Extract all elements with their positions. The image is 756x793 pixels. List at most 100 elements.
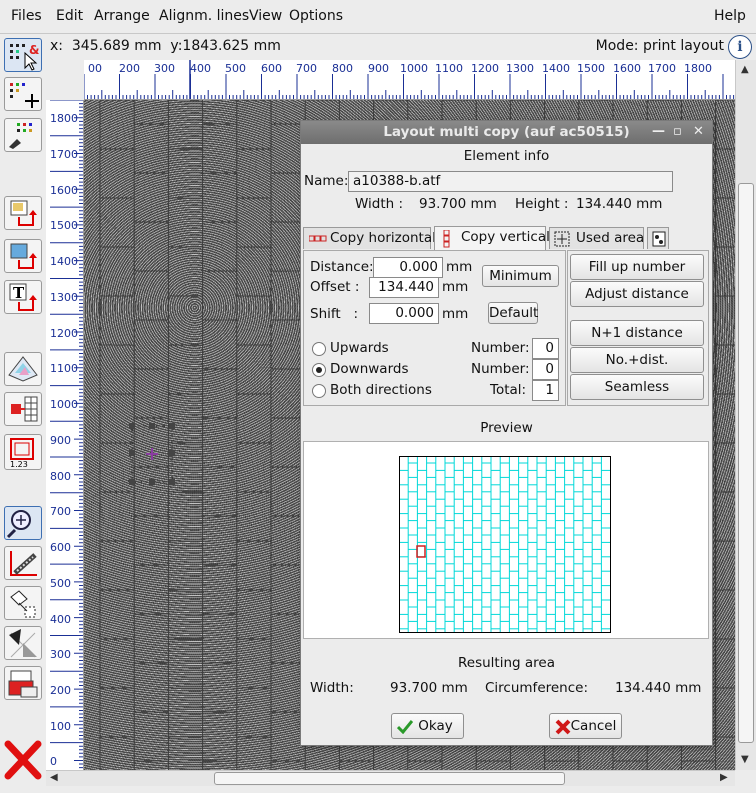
both-directions-label: Both directions [330,382,432,398]
cancel-button[interactable]: Cancel [549,713,622,739]
color-tool-icon[interactable] [4,352,42,386]
ruler-top-label: 700 [296,62,317,75]
distance-label: Distance: [310,259,374,275]
multi-copy-icon[interactable] [4,392,42,426]
okay-button[interactable]: Okay [391,713,464,739]
copy-vertical-icon [443,230,450,248]
ruler-top-label: 300 [154,62,175,75]
ruler-left-label: 1000 [50,398,78,411]
tab-label: Copy horizontal [330,230,436,246]
text-tool-icon[interactable]: T [4,280,42,314]
svg-text:1.23: 1.23 [10,460,28,469]
height-label: Height : [515,196,569,212]
info-icon[interactable]: i [728,35,752,59]
ruler-left-label: 1500 [50,219,78,232]
number-plus-distance-button[interactable]: No.+dist. [570,347,704,373]
select-tool-icon[interactable]: & [4,38,42,72]
tab-copy-vertical[interactable]: Copy vertical [434,226,550,250]
maximize-icon[interactable]: ▫ [673,124,682,139]
vertical-scrollbar[interactable]: ▲ ▼ [735,60,756,770]
mode-label: Mode: print layout [595,38,724,54]
vertical-scroll-thumb[interactable] [738,183,754,743]
ruler-left-label: 1200 [50,327,78,340]
distance-input[interactable]: 0.000 [373,257,443,278]
scroll-left-icon[interactable]: ◀ [50,772,58,783]
circumference-value: 134.440 mm [615,680,702,696]
tab-settings[interactable] [647,227,669,249]
seamless-button[interactable]: Seamless [570,374,704,400]
ruler-left-label: 400 [50,613,71,626]
number-down-input[interactable]: 0 [532,359,559,380]
ruler-left-label: 1600 [50,184,78,197]
zoom-icon[interactable] [4,506,42,540]
ruler-left-label: 700 [50,505,71,518]
scroll-down-icon[interactable]: ▼ [741,754,749,765]
add-element-icon[interactable] [4,77,42,111]
offset-input[interactable]: 134.440 [369,277,439,298]
selected-element-marker[interactable] [124,418,234,488]
ruler-left-label: 200 [50,684,71,697]
ruler-left-label: 900 [50,434,71,447]
horizontal-scroll-thumb[interactable] [214,772,565,785]
move-to-front-icon[interactable] [4,196,42,230]
preview-grid [399,456,611,633]
ruler-left-label: 600 [50,541,71,554]
menu-view[interactable]: View [249,8,282,24]
ruler-left-label: 300 [50,648,71,661]
radio-both-directions[interactable] [312,384,326,398]
scroll-up-icon[interactable]: ▲ [741,64,749,75]
ruler-left-label: 1700 [50,148,78,161]
fill-tool-icon[interactable] [4,586,42,620]
svg-text:T: T [13,284,25,302]
default-button[interactable]: Default [488,302,538,324]
print-icon[interactable] [4,666,42,700]
tab-copy-horizontal[interactable]: Copy horizontal [303,227,436,249]
layout-multi-copy-dialog: Layout multi copy (auf ac50515) — ▫ ✕ El… [300,120,713,746]
svg-text:&: & [29,43,39,57]
number-up-label: Number: [471,340,530,356]
coordinate-readout: x: 345.689 mm y:1843.625 mm [50,38,281,54]
minimize-icon[interactable]: — [652,124,665,139]
dialog-title-bar[interactable]: Layout multi copy (auf ac50515) — ▫ ✕ [301,121,712,144]
horizontal-scrollbar[interactable]: ◀ ▶ [46,770,735,786]
close-icon[interactable] [4,740,42,780]
checkmark-icon [397,720,413,734]
radio-upwards[interactable] [312,342,326,356]
scroll-right-icon[interactable]: ▶ [720,772,728,783]
menu-options[interactable]: Options [289,8,343,24]
number-up-input[interactable]: 0 [532,338,559,359]
ruler-top-label: 1200 [471,62,499,75]
tab-used-area[interactable]: Used area [549,227,644,249]
menu-edit[interactable]: Edit [56,8,83,24]
ruler-left-label: 1100 [50,362,78,375]
menu-alignment-lines[interactable]: Alignm. lines [159,8,249,24]
menu-help[interactable]: Help [714,8,746,24]
toolbox: & T 1.23 [0,34,46,793]
fill-up-number-button[interactable]: Fill up number [570,254,704,280]
measure-icon[interactable] [4,546,42,580]
shift-input[interactable]: 0.000 [369,303,439,324]
adjust-distance-button[interactable]: Adjust distance [570,281,704,307]
minimum-button[interactable]: Minimum [482,265,559,287]
shift-unit: mm [442,306,469,322]
ruler-top-label: 1500 [577,62,605,75]
ruler-top-label: 1000 [400,62,428,75]
menu-files[interactable]: Files [11,8,42,24]
tab-label: Used area [576,230,645,246]
menu-arrange[interactable]: Arrange [94,8,150,24]
settings-icon [652,231,666,247]
edit-elements-icon[interactable] [4,118,42,152]
ruler-top-label: 1300 [506,62,534,75]
result-width-label: Width: [310,680,354,696]
total-input[interactable]: 1 [532,380,559,401]
close-window-icon[interactable]: ✕ [693,124,704,139]
pattern-tool-icon[interactable] [4,626,42,660]
name-label: Name: [304,173,349,189]
name-field[interactable]: a10388-b.atf [348,171,673,192]
preview-area [303,441,709,639]
move-to-back-icon[interactable] [4,239,42,273]
ruler-left-label: 1300 [50,291,78,304]
n-plus-one-distance-button[interactable]: N+1 distance [570,320,704,346]
radio-downwards[interactable] [312,363,326,377]
numbering-icon[interactable]: 1.23 [4,434,42,470]
